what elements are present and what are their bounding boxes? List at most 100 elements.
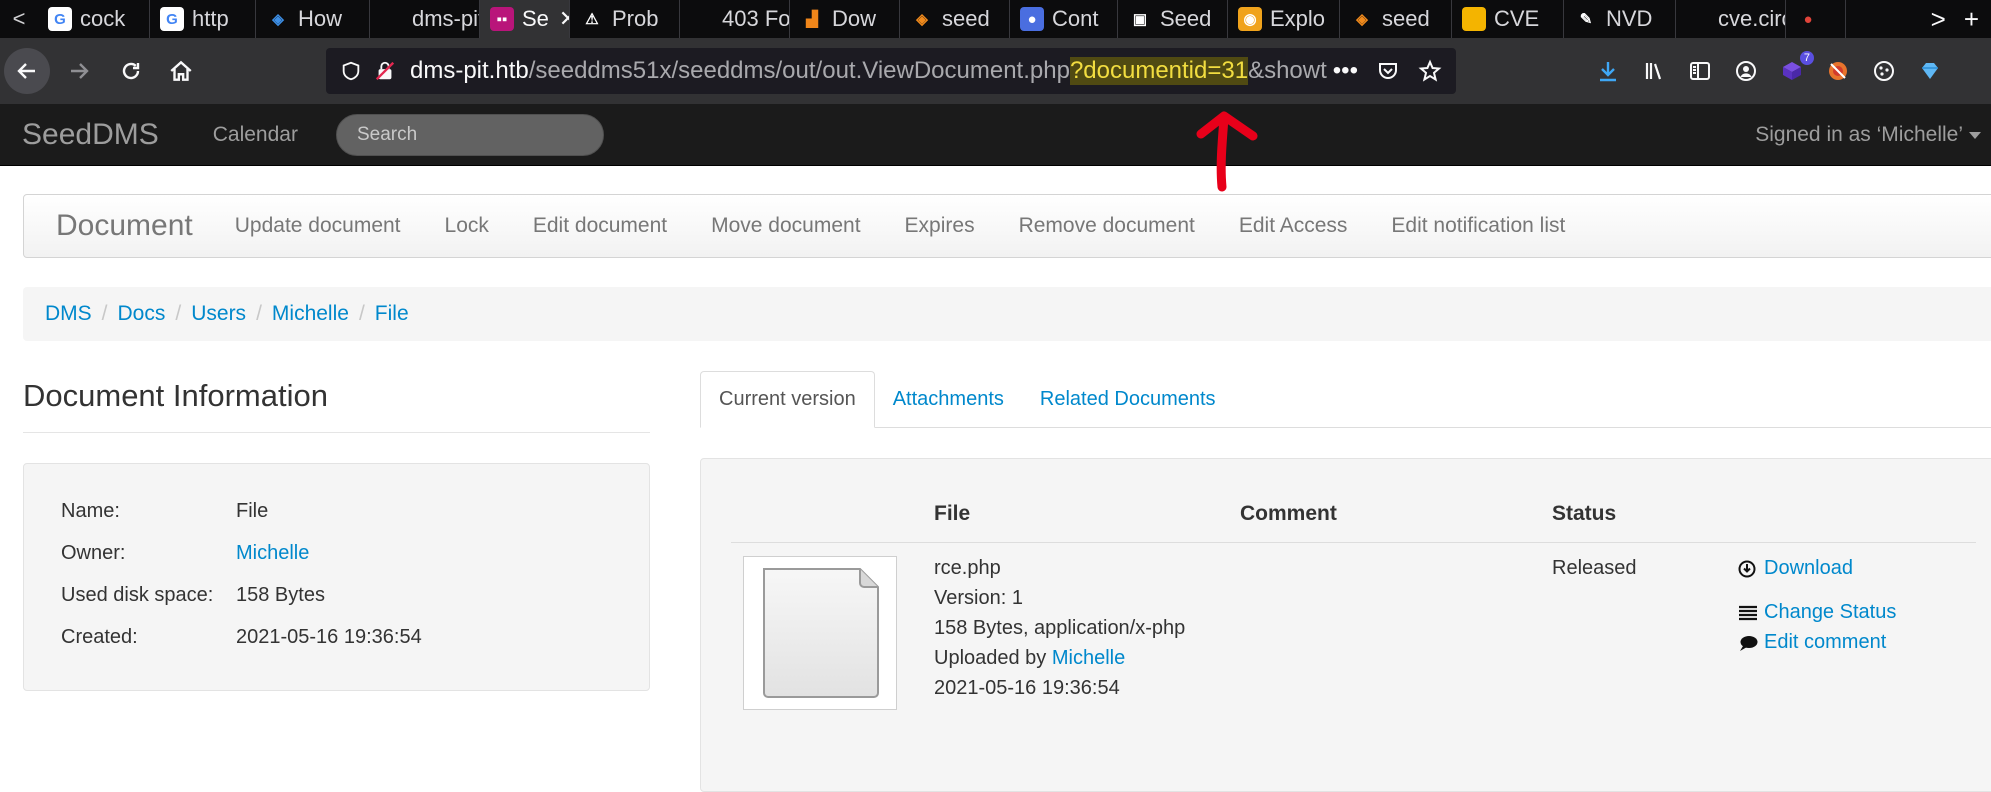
tab-favicon-icon	[380, 7, 404, 31]
home-button[interactable]	[158, 48, 204, 94]
lock-link[interactable]: Lock	[423, 214, 511, 238]
browser-tab[interactable]: Gcock	[38, 0, 150, 38]
extension-wappalyzer-icon[interactable]	[1918, 59, 1942, 83]
divider	[731, 542, 1976, 543]
forward-button[interactable]	[56, 48, 102, 94]
breadcrumb-michelle[interactable]: Michelle	[272, 302, 349, 326]
browser-tab[interactable]: ◉ Explo	[1228, 0, 1340, 38]
tab-label: seed	[942, 6, 990, 31]
tab-current-version[interactable]: Current version	[700, 371, 875, 428]
tab-scroll-left-icon[interactable]: <	[0, 0, 38, 38]
browser-tab[interactable]: cve.circl	[1676, 0, 1786, 38]
tab-favicon-icon	[1686, 7, 1710, 31]
tab-scroll-right-icon[interactable]: >	[1931, 4, 1946, 35]
tab-favicon-icon: ◈	[1356, 11, 1368, 28]
user-menu[interactable]: Signed in as ‘Michelle’	[1755, 104, 1981, 166]
url-bar[interactable]: dms-pit.htb/seeddms51x/seeddms/out/out.V…	[326, 48, 1456, 94]
download-circle-icon	[1738, 560, 1764, 578]
browser-tab-active[interactable]: ▪▪ Se ✕	[480, 0, 570, 38]
tab-favicon-icon: G	[160, 7, 184, 31]
tab-label: Dow	[832, 6, 877, 31]
breadcrumb-dms[interactable]: DMS	[45, 302, 92, 326]
change-status-link[interactable]: Change Status	[1738, 601, 1896, 624]
browser-tab[interactable]: ▟ Dow	[790, 0, 900, 38]
browser-tab[interactable]: Ghttp	[150, 0, 256, 38]
browser-tab[interactable]: ⚠ Prob	[570, 0, 680, 38]
url-host: dms-pit.htb	[410, 57, 529, 84]
tab-favicon-icon: ◈	[916, 11, 928, 28]
breadcrumb-docs[interactable]: Docs	[118, 302, 166, 326]
red-arrow-annotation	[1196, 111, 1258, 192]
library-icon[interactable]	[1642, 59, 1666, 83]
tab-label: http	[192, 6, 229, 31]
document-nav: Document Update document Lock Edit docum…	[23, 194, 1991, 258]
edit-notification-list-link[interactable]: Edit notification list	[1369, 214, 1587, 238]
tab-favicon-icon: ▣	[1132, 11, 1148, 28]
close-tab-icon[interactable]: ✕	[559, 6, 569, 32]
tab-favicon-icon	[1462, 7, 1486, 31]
tab-attachments[interactable]: Attachments	[875, 371, 1022, 428]
download-link[interactable]: Download	[1738, 557, 1853, 580]
tab-favicon-icon: ●	[1020, 7, 1044, 31]
info-row-owner: Owner: Michelle	[61, 542, 309, 565]
browser-tab[interactable]: ● Cont	[1010, 0, 1118, 38]
browser-tab[interactable]: CVE	[1452, 0, 1564, 38]
uploader-link[interactable]: Michelle	[1052, 647, 1125, 669]
tab-label: 403 For	[722, 6, 790, 31]
file-thumbnail[interactable]	[743, 556, 897, 710]
tab-label: Explo	[1270, 6, 1326, 31]
downloads-icon[interactable]	[1596, 59, 1620, 83]
app-brand[interactable]: SeedDMS	[22, 118, 159, 152]
move-document-link[interactable]: Move document	[689, 214, 882, 238]
browser-tab[interactable]: dms-pit.	[370, 0, 480, 38]
search-input[interactable]	[336, 114, 604, 156]
insecure-lock-icon[interactable]	[374, 60, 396, 82]
generic-file-icon	[763, 568, 879, 698]
breadcrumb-file[interactable]: File	[375, 302, 409, 326]
new-tab-button[interactable]: +	[1964, 4, 1979, 35]
list-icon	[1738, 605, 1764, 621]
breadcrumb: DMS / Docs / Users / Michelle / File	[23, 287, 1991, 341]
tab-label: Prob	[612, 6, 659, 31]
info-value: 2021-05-16 19:36:54	[236, 626, 422, 648]
back-button[interactable]	[4, 48, 50, 94]
update-document-link[interactable]: Update document	[213, 214, 423, 238]
browser-tab[interactable]: ✎ NVD	[1564, 0, 1676, 38]
caret-down-icon	[1969, 131, 1981, 139]
edit-access-link[interactable]: Edit Access	[1217, 214, 1370, 238]
extension-cookie-icon[interactable]	[1826, 59, 1850, 83]
extension-foxyproxy-icon[interactable]: 7	[1780, 51, 1814, 83]
breadcrumb-separator: /	[256, 302, 262, 325]
breadcrumb-users[interactable]: Users	[191, 302, 246, 326]
account-icon[interactable]	[1734, 59, 1758, 83]
extension-cookie-editor-icon[interactable]	[1872, 59, 1896, 83]
browser-tab[interactable]: ◈ seed	[1340, 0, 1452, 38]
tab-related-documents[interactable]: Related Documents	[1022, 371, 1234, 428]
browser-tab[interactable]: ◈ How	[256, 0, 370, 38]
document-info-title: Document Information	[23, 378, 328, 413]
browser-tab[interactable]: ◈ seed	[900, 0, 1010, 38]
url-path: /seeddms51x/seeddms/out/out.ViewDocument…	[528, 57, 1070, 84]
browser-tab[interactable]: 403 For	[680, 0, 790, 38]
arrow-left-icon	[17, 63, 35, 79]
bookmark-star-icon[interactable]	[1418, 59, 1442, 83]
browser-tab[interactable]: ●	[1786, 0, 1846, 38]
edit-document-link[interactable]: Edit document	[511, 214, 689, 238]
shield-icon[interactable]	[340, 60, 362, 82]
owner-link[interactable]: Michelle	[236, 542, 309, 564]
home-icon	[170, 60, 192, 81]
reload-button[interactable]	[108, 48, 154, 94]
expires-link[interactable]: Expires	[883, 214, 997, 238]
sidebar-icon[interactable]	[1688, 59, 1712, 83]
remove-document-link[interactable]: Remove document	[997, 214, 1217, 238]
tab-label: How	[298, 6, 343, 31]
calendar-link[interactable]: Calendar	[213, 123, 298, 147]
cube-icon	[1783, 62, 1801, 80]
pocket-icon[interactable]	[1376, 59, 1400, 83]
page-actions-icon[interactable]: •••	[1333, 57, 1358, 85]
app-navbar: SeedDMS Calendar Signed in as ‘Michelle’	[0, 104, 1991, 166]
download-label: Download	[1764, 557, 1853, 579]
document-info-panel: Name: File Owner: Michelle Used disk spa…	[23, 463, 650, 691]
browser-tab[interactable]: ▣ Seed	[1118, 0, 1228, 38]
edit-comment-link[interactable]: Edit comment	[1738, 631, 1886, 654]
